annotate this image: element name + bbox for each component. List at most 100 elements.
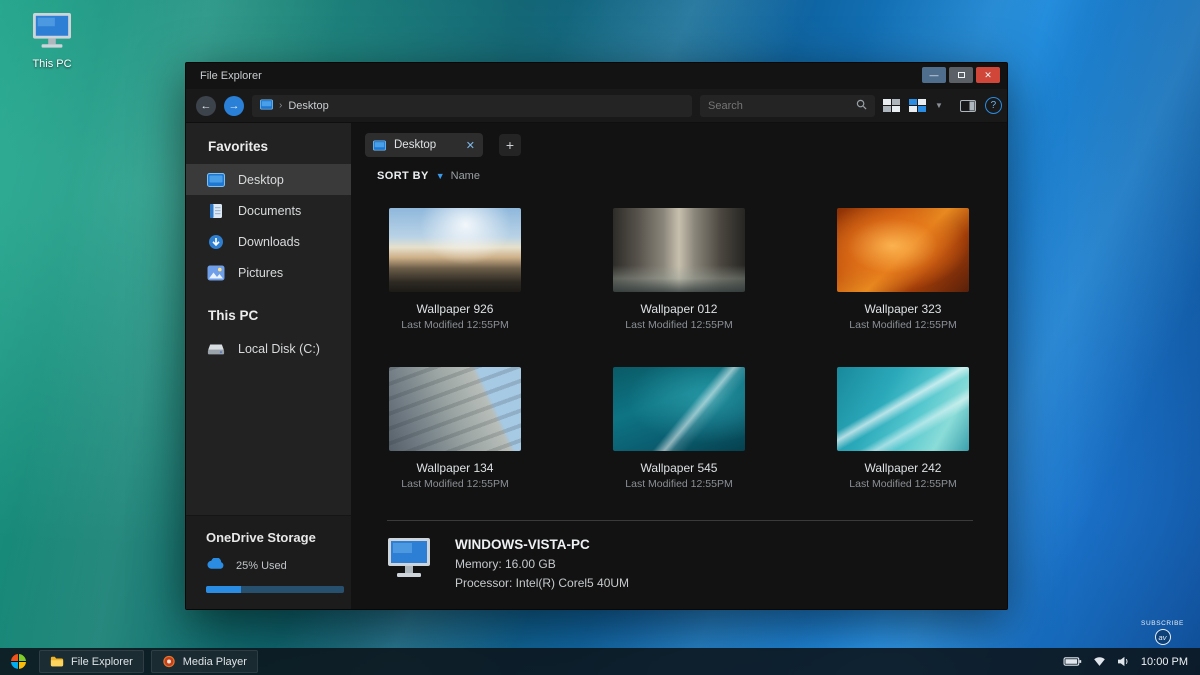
file-explorer-window: File Explorer — ✕ ← → › Desktop (185, 62, 1008, 610)
file-modified: Last Modified 12:55PM (849, 478, 956, 490)
sidebar-item-documents[interactable]: Documents (186, 195, 351, 226)
sidebar-item-label: Local Disk (C:) (238, 342, 320, 356)
tab-label: Desktop (394, 139, 436, 151)
favorites-list: Desktop Documents Downloads Pictures (186, 164, 351, 288)
file-name: Wallpaper 323 (865, 302, 942, 316)
file-modified: Last Modified 12:55PM (401, 319, 508, 331)
desktop-icon-label: This PC (32, 58, 71, 70)
sort-caret-icon[interactable]: ▼ (436, 171, 445, 181)
breadcrumb: Desktop (288, 100, 328, 112)
search-box[interactable] (700, 95, 875, 117)
taskbar-items: File Explorer Media Player (39, 650, 258, 673)
file-item[interactable]: Wallpaper 323 Last Modified 12:55PM (803, 208, 1003, 331)
tab-desktop[interactable]: Desktop ✕ (365, 133, 483, 157)
sidebar-item-desktop[interactable]: Desktop (186, 164, 351, 195)
start-button[interactable] (5, 648, 32, 675)
file-explorer-icon (50, 655, 64, 668)
view-dropdown-caret-icon[interactable]: ▼ (935, 101, 943, 110)
forward-button[interactable]: → (224, 96, 244, 116)
titlebar[interactable]: File Explorer — ✕ (186, 63, 1007, 89)
details-panel-icon[interactable] (960, 100, 976, 112)
info-divider (387, 520, 973, 521)
sort-row: SORT BY ▼ Name (351, 157, 1007, 182)
documents-icon (206, 202, 226, 219)
folder-window-icon (373, 140, 386, 151)
sidebar-item-label: Documents (238, 204, 301, 218)
search-input[interactable] (708, 100, 850, 112)
close-button[interactable]: ✕ (976, 67, 1000, 83)
drive-icon (206, 340, 226, 357)
sidebar-item-downloads[interactable]: Downloads (186, 226, 351, 257)
pc-name: WINDOWS-VISTA-PC (455, 537, 629, 552)
toolbar: ← → › Desktop (186, 89, 1007, 123)
computer-icon (29, 12, 75, 55)
file-modified: Last Modified 12:55PM (625, 478, 732, 490)
sort-value[interactable]: Name (451, 170, 480, 182)
memory-info: Memory: 16.00 GB (455, 557, 629, 571)
onedrive-title: OneDrive Storage (206, 530, 337, 545)
file-item[interactable]: Wallpaper 134 Last Modified 12:55PM (355, 367, 555, 490)
sort-by-label: SORT BY (377, 170, 429, 182)
this-pc-header: This PC (186, 288, 351, 333)
file-thumbnail (613, 208, 745, 292)
toolbar-right-group: ▼ ? (883, 97, 1002, 114)
file-name: Wallpaper 545 (641, 461, 718, 475)
file-name: Wallpaper 242 (865, 461, 942, 475)
small-tiles-view-icon[interactable] (909, 99, 926, 112)
desktop-background[interactable]: This PC File Explorer — ✕ ← → › Desktop (0, 0, 1200, 675)
battery-icon[interactable] (1063, 656, 1082, 667)
file-name: Wallpaper 012 (641, 302, 718, 316)
windows-start-icon (11, 654, 26, 669)
address-bar[interactable]: › Desktop (252, 95, 692, 117)
file-thumbnail (389, 367, 521, 451)
breadcrumb-chevron: › (279, 100, 282, 111)
onedrive-progress-bar (206, 586, 344, 593)
downloads-icon (206, 233, 226, 250)
search-icon (856, 97, 867, 115)
new-tab-button[interactable]: + (499, 134, 521, 156)
file-modified: Last Modified 12:55PM (849, 319, 956, 331)
maximize-button[interactable] (949, 67, 973, 83)
sidebar-item-label: Downloads (238, 235, 300, 249)
file-modified: Last Modified 12:55PM (401, 478, 508, 490)
file-item[interactable]: Wallpaper 012 Last Modified 12:55PM (579, 208, 779, 331)
taskbar-item-label: Media Player (183, 656, 247, 668)
onedrive-progress-fill (206, 586, 241, 593)
desktop-icon-this-pc[interactable]: This PC (22, 12, 82, 70)
minimize-button[interactable]: — (922, 67, 946, 83)
taskbar-item-media-player[interactable]: Media Player (151, 650, 258, 673)
main-content: Desktop ✕ + SORT BY ▼ Name Wallpaper 926… (351, 123, 1007, 609)
window-title: File Explorer (200, 70, 262, 82)
back-button[interactable]: ← (196, 96, 216, 116)
help-button[interactable]: ? (985, 97, 1002, 114)
file-modified: Last Modified 12:55PM (625, 319, 732, 331)
file-item[interactable]: Wallpaper 242 Last Modified 12:55PM (803, 367, 1003, 490)
folder-window-icon (260, 99, 273, 113)
desktop-icon (206, 171, 226, 188)
onedrive-section: OneDrive Storage 25% Used (186, 515, 351, 609)
channel-logo-icon: av (1155, 629, 1171, 645)
taskbar-clock[interactable]: 10:00 PM (1141, 656, 1188, 668)
favorites-header: Favorites (186, 123, 351, 164)
processor-info: Processor: Intel(R) Corel5 40UM (455, 576, 629, 590)
system-tray: 10:00 PM (1063, 656, 1200, 668)
volume-icon[interactable] (1117, 656, 1130, 667)
subscribe-watermark: SUBSCRIBE av (1141, 620, 1184, 645)
sidebar-item-local-disk-c[interactable]: Local Disk (C:) (186, 333, 351, 364)
subscribe-label: SUBSCRIBE (1141, 620, 1184, 627)
sidebar-item-pictures[interactable]: Pictures (186, 257, 351, 288)
file-name: Wallpaper 926 (417, 302, 494, 316)
cloud-icon (206, 558, 227, 573)
large-tiles-view-icon[interactable] (883, 99, 900, 112)
tab-close-icon[interactable]: ✕ (466, 139, 475, 152)
caption-buttons: — ✕ (922, 67, 1000, 83)
sidebar-item-label: Desktop (238, 173, 284, 187)
network-icon[interactable] (1093, 656, 1106, 667)
file-name: Wallpaper 134 (417, 461, 494, 475)
media-player-icon (162, 655, 176, 668)
file-item[interactable]: Wallpaper 545 Last Modified 12:55PM (579, 367, 779, 490)
window-body: Favorites Desktop Documents Downloads Pictu… (186, 123, 1007, 609)
file-item[interactable]: Wallpaper 926 Last Modified 12:55PM (355, 208, 555, 331)
taskbar-item-label: File Explorer (71, 656, 133, 668)
taskbar-item-file-explorer[interactable]: File Explorer (39, 650, 144, 673)
